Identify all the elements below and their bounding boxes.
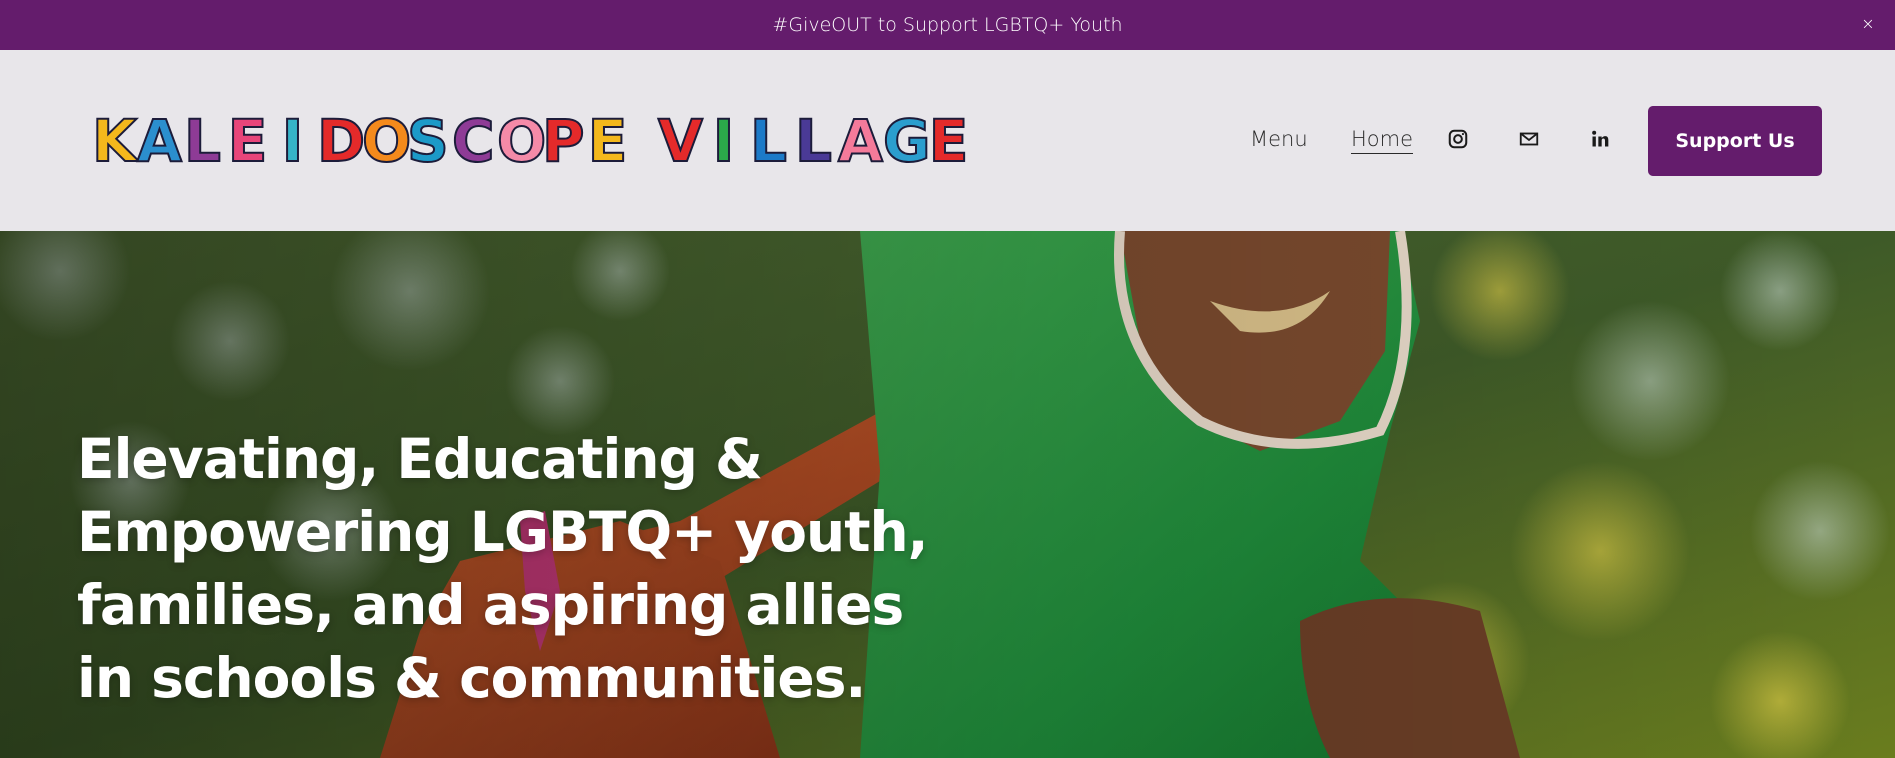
logo-letter: O — [361, 107, 412, 175]
logo-letter: O — [496, 107, 547, 175]
logo-letter: L — [183, 107, 222, 175]
linkedin-icon[interactable] — [1587, 126, 1613, 152]
logo-letter: G — [882, 107, 932, 175]
logo-letter: D — [316, 107, 366, 175]
announcement-bar: #GiveOUT to Support LGBTQ+ Youth × — [0, 0, 1895, 50]
nav-menu-link[interactable]: Menu — [1250, 127, 1308, 151]
logo-letter: A — [136, 107, 183, 175]
logo-letter: A — [837, 107, 884, 175]
logo-letter: I — [712, 107, 736, 175]
logo-letter: C — [451, 107, 496, 175]
support-us-button[interactable]: Support Us — [1648, 106, 1822, 176]
site-header: KALEIDOSCOPEVILLAGE Menu Home Support Us — [0, 50, 1895, 231]
logo-letter: K — [91, 107, 138, 175]
mail-icon[interactable] — [1516, 126, 1542, 152]
logo-letter: S — [406, 107, 450, 175]
logo-letter: E — [928, 107, 970, 175]
logo-letter: V — [657, 107, 704, 175]
logo-letter: L — [794, 107, 833, 175]
hero-title: Elevating, Educating & Empowering LGBTQ+… — [77, 427, 929, 710]
logo-letter: I — [281, 107, 305, 175]
logo[interactable]: KALEIDOSCOPEVILLAGE — [91, 107, 970, 175]
logo-letter: P — [541, 107, 586, 175]
instagram-icon[interactable] — [1445, 126, 1471, 152]
logo-letter: E — [587, 107, 629, 175]
logo-letter: E — [227, 107, 269, 175]
logo-letter: L — [749, 107, 788, 175]
announcement-text[interactable]: #GiveOUT to Support LGBTQ+ Youth — [772, 14, 1122, 36]
close-icon[interactable]: × — [1857, 13, 1879, 35]
nav-home-link[interactable]: Home — [1351, 127, 1414, 154]
hero-section: Elevating, Educating & Empowering LGBTQ+… — [0, 231, 1895, 758]
